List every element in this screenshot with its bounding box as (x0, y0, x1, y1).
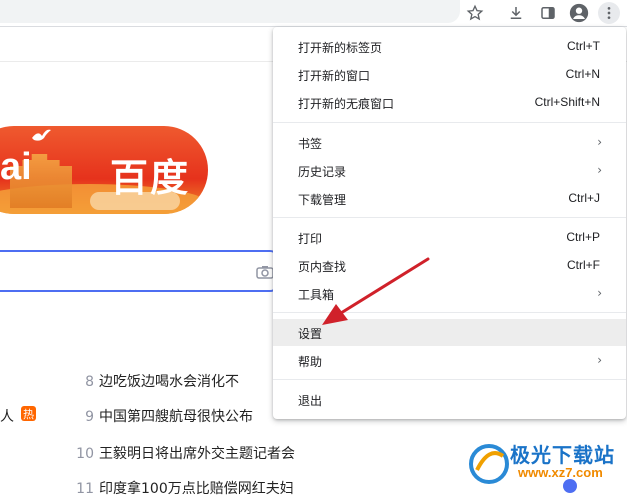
menu-item-new-incognito-window[interactable]: 打开新的无痕窗口 Ctrl+Shift+N (273, 89, 626, 116)
menu-item-new-tab[interactable]: 打开新的标签页 Ctrl+T (273, 33, 626, 60)
menu-item-shortcut: Ctrl+J (568, 191, 600, 205)
menu-item-label: 打开新的窗口 (298, 69, 371, 83)
menu-item-shortcut: Ctrl+F (567, 258, 600, 272)
hot-list-fragment[interactable]: 人 (0, 406, 14, 426)
browser-main-menu: 打开新的标签页 Ctrl+T 打开新的窗口 Ctrl+N 打开新的无痕窗口 Ct… (273, 27, 626, 419)
camera-icon[interactable] (256, 264, 274, 279)
menu-item-new-window[interactable]: 打开新的窗口 Ctrl+N (273, 61, 626, 88)
menu-divider (273, 122, 626, 123)
menu-item-label: 打开新的无痕窗口 (298, 97, 395, 111)
star-icon[interactable] (464, 2, 486, 24)
logo-text-latin: ai (0, 146, 32, 188)
profile-icon[interactable] (568, 2, 590, 24)
menu-item-find[interactable]: 页内查找 Ctrl+F (273, 252, 626, 279)
menu-item-shortcut: Ctrl+Shift+N (534, 95, 600, 109)
hot-title[interactable]: 王毅明日将出席外交主题记者会 (99, 446, 295, 462)
menu-item-label: 打印 (298, 232, 323, 246)
hot-rank: 8 (85, 374, 94, 390)
hot-list-item[interactable]: 8 边吃饭边喝水会消化不 (68, 371, 239, 393)
menu-item-label: 退出 (298, 394, 323, 408)
chevron-right-icon: › (597, 353, 602, 367)
download-icon[interactable] (505, 2, 527, 24)
chevron-right-icon: › (597, 135, 602, 149)
logo-text-chinese: 百度 (110, 156, 191, 200)
menu-item-exit[interactable]: 退出 (273, 386, 626, 413)
hot-rank: 10 (76, 446, 94, 462)
hot-badge: 热 (21, 406, 36, 421)
address-bar[interactable] (0, 0, 460, 23)
hot-list-item[interactable]: 10 王毅明日将出席外交主题记者会 (68, 443, 295, 465)
menu-item-label: 工具箱 (298, 288, 335, 302)
hot-rank: 9 (85, 409, 94, 425)
menu-item-history[interactable]: 历史记录 › (273, 157, 626, 184)
menu-item-label: 书签 (298, 137, 323, 151)
menu-item-label: 打开新的标签页 (298, 41, 383, 55)
chevron-right-icon: › (597, 163, 602, 177)
menu-divider (273, 217, 626, 218)
menu-item-shortcut: Ctrl+N (565, 67, 600, 81)
menu-item-settings[interactable]: 设置 (273, 319, 626, 346)
hot-list-item[interactable]: 9 中国第四艘航母很快公布 (68, 406, 253, 428)
browser-toolbar (0, 0, 627, 26)
hot-title[interactable]: 印度拿100万点比赔偿网红夫妇 (99, 481, 294, 497)
menu-item-label: 历史记录 (298, 165, 347, 179)
menu-item-downloads[interactable]: 下载管理 Ctrl+J (273, 185, 626, 212)
menu-item-shortcut: Ctrl+T (567, 39, 600, 53)
search-input[interactable] (0, 250, 280, 292)
menu-item-help[interactable]: 帮助 › (273, 347, 626, 374)
hot-list-item[interactable]: 11 印度拿100万点比赔偿网红夫妇 (68, 478, 294, 500)
menu-item-label: 设置 (298, 327, 323, 341)
menu-item-bookmarks[interactable]: 书签 › (273, 129, 626, 156)
hot-rank: 11 (76, 481, 94, 497)
hot-title[interactable]: 边吃饭边喝水会消化不 (99, 374, 239, 390)
dove-icon (30, 128, 52, 148)
menu-divider (273, 379, 626, 380)
menu-item-label: 帮助 (298, 355, 323, 369)
more-menu-icon[interactable] (598, 2, 620, 24)
menu-item-label: 下载管理 (298, 193, 347, 207)
menu-item-toolbox[interactable]: 工具箱 › (273, 280, 626, 307)
menu-item-shortcut: Ctrl+P (566, 230, 600, 244)
menu-divider (273, 312, 626, 313)
menu-item-print[interactable]: 打印 Ctrl+P (273, 224, 626, 251)
sidebar-icon[interactable] (537, 2, 559, 24)
chevron-right-icon: › (597, 286, 602, 300)
hot-title[interactable]: 中国第四艘航母很快公布 (99, 409, 253, 425)
watermark-url: www.xz7.com (518, 465, 603, 480)
menu-item-label: 页内查找 (298, 260, 347, 274)
watermark-text: 极光下载站 (510, 443, 615, 467)
